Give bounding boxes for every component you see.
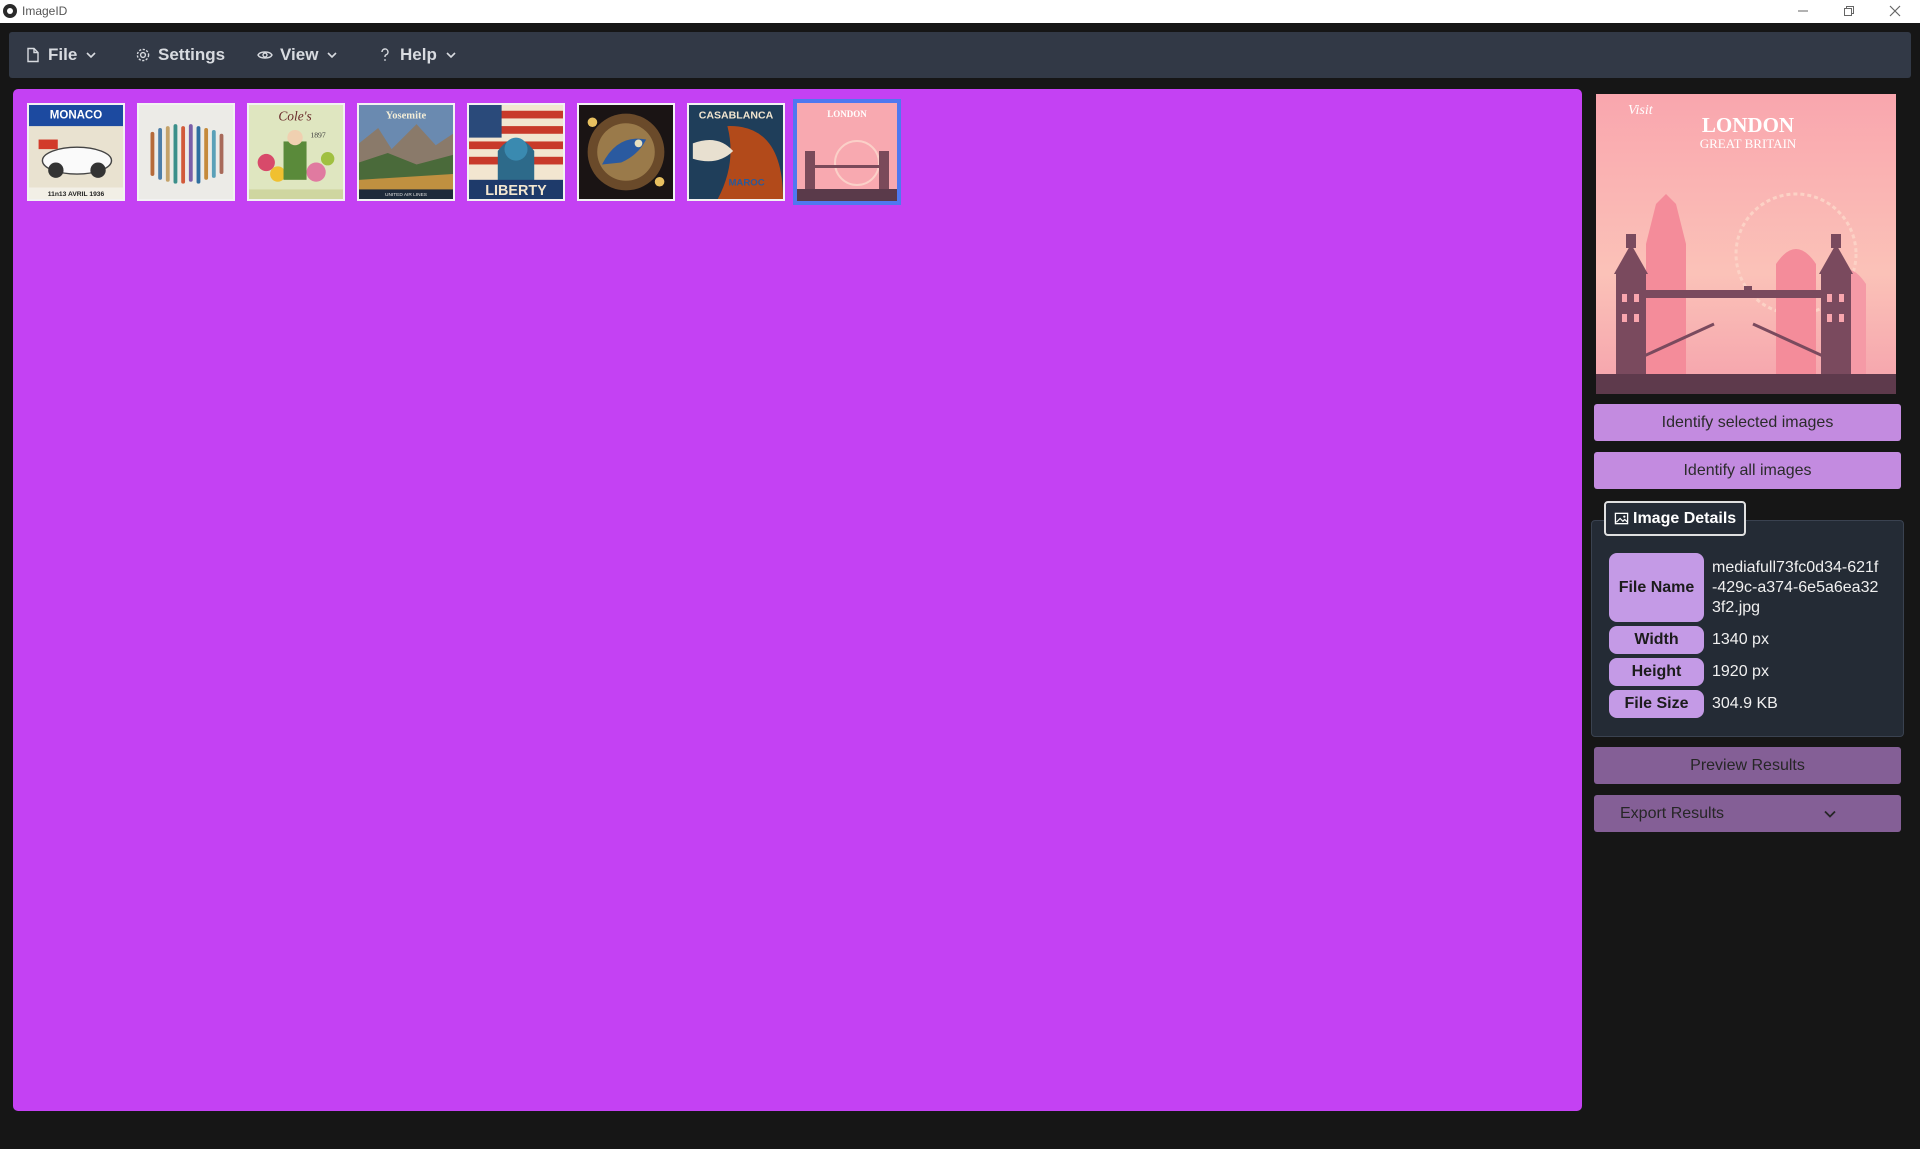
chevron-down-icon <box>86 52 96 59</box>
image-icon <box>1614 512 1629 525</box>
yosemite-poster-image: Yosemite UNITED AIR LINES <box>359 105 453 199</box>
image-details-tab[interactable]: Image Details <box>1604 501 1747 536</box>
chevron-down-icon <box>327 52 338 59</box>
thumb-liberty-caption: LIBERTY <box>485 183 547 199</box>
thumb-casablanca-caption: CASABLANCA <box>699 109 774 121</box>
preview-city-text: LONDON <box>1702 113 1794 137</box>
height-value: 1920 px <box>1712 663 1769 680</box>
menu-file-label: File <box>48 45 78 64</box>
liberty-poster-image: LIBERTY <box>469 105 563 199</box>
menu-file[interactable]: File <box>25 32 97 78</box>
restore-button[interactable] <box>1826 0 1872 22</box>
preview-results-button[interactable]: Preview Results <box>1594 747 1901 784</box>
bird-image <box>579 105 673 199</box>
thumbnail-monaco[interactable]: MONACO 11n13 AVRIL 1936 <box>27 103 125 201</box>
image-details-tab-label: Image Details <box>1633 509 1737 527</box>
height-label: Height <box>1609 658 1704 686</box>
file-size-value: 304.9 KB <box>1712 695 1778 712</box>
width-label: Width <box>1609 626 1704 654</box>
thumb-monaco-date: 11n13 AVRIL 1936 <box>48 191 105 198</box>
image-gallery[interactable]: MONACO 11n13 AVRIL 1936 Cole's 1897 Yose… <box>13 89 1582 1111</box>
chevron-down-icon <box>1824 810 1836 818</box>
preview-country-text: GREAT BRITAIN <box>1700 136 1797 151</box>
thumb-london-caption: LONDON <box>827 109 867 119</box>
title-bar: ImageID <box>0 0 1920 23</box>
question-icon <box>381 48 389 61</box>
thumb-yosemite-airline: UNITED AIR LINES <box>385 192 427 198</box>
minimize-button[interactable] <box>1780 0 1826 22</box>
app-logo-icon <box>2 3 18 19</box>
preview-visit-text: Visit <box>1628 103 1654 118</box>
menu-help-label: Help <box>400 45 437 64</box>
thumbnail-london[interactable]: LONDON <box>793 99 901 205</box>
export-results-dropdown[interactable]: Export Results <box>1594 795 1901 832</box>
thumbnail-yosemite[interactable]: Yosemite UNITED AIR LINES <box>357 103 455 201</box>
thumbnail-bird[interactable] <box>577 103 675 201</box>
chevron-down-icon <box>446 52 456 59</box>
thumb-monaco-caption: MONACO <box>50 109 102 121</box>
menu-view[interactable]: View <box>257 32 338 78</box>
file-size-label: File Size <box>1609 690 1704 718</box>
menu-settings[interactable]: Settings <box>135 32 225 78</box>
file-name-label: File Name <box>1609 553 1704 622</box>
file-icon <box>27 47 39 63</box>
export-results-label: Export Results <box>1620 804 1725 822</box>
menu-view-label: View <box>280 45 319 64</box>
thumb-coles-caption: Cole's <box>278 108 311 123</box>
thumb-yosemite-caption: Yosemite <box>386 110 427 121</box>
menu-settings-label: Settings <box>158 45 226 64</box>
thumbnail-liberty[interactable]: LIBERTY <box>467 103 565 201</box>
thumbnail-coles[interactable]: Cole's 1897 <box>247 103 345 201</box>
thumb-casablanca-country: MAROC <box>728 178 764 189</box>
identify-all-button[interactable]: Identify all images <box>1594 452 1901 489</box>
thumbnail-casablanca[interactable]: CASABLANCA MAROC <box>687 103 785 201</box>
london-preview-image: Visit LONDON GREAT BRITAIN <box>1596 94 1896 394</box>
thumb-coles-year: 1897 <box>310 131 325 140</box>
monaco-poster-image: MONACO 11n13 AVRIL 1936 <box>29 105 123 199</box>
identify-selected-button[interactable]: Identify selected images <box>1594 404 1901 441</box>
thumbnail-feathers[interactable] <box>137 103 235 201</box>
coles-poster-image: Cole's 1897 <box>249 105 343 199</box>
menu-help[interactable]: Help <box>377 32 457 78</box>
eye-icon <box>257 51 273 59</box>
close-button[interactable] <box>1872 0 1918 22</box>
restore-icon <box>1844 6 1854 16</box>
casablanca-poster-image: CASABLANCA MAROC <box>689 105 783 199</box>
width-value: 1340 px <box>1712 631 1769 648</box>
feathers-image <box>139 105 233 199</box>
window-title: ImageID <box>22 4 68 18</box>
london-poster-image: LONDON <box>797 103 897 201</box>
close-icon <box>1889 5 1901 17</box>
minimize-icon <box>1798 10 1808 12</box>
gear-icon <box>136 48 150 62</box>
image-preview: Visit LONDON GREAT BRITAIN <box>1596 94 1896 394</box>
menu-bar: File Settings View Help <box>9 32 1911 78</box>
file-name-value: mediafull73fc0d34-621f-429c-a374-6e5a6ea… <box>1712 559 1879 616</box>
